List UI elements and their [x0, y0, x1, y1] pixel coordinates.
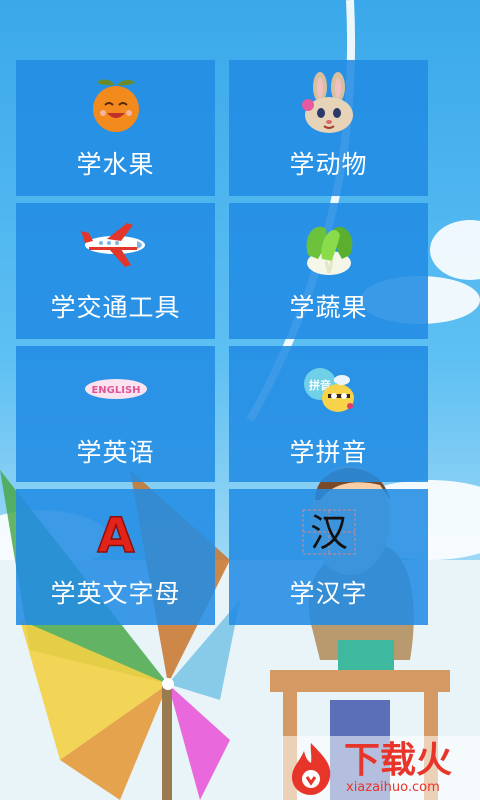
tile-learn-vegetables[interactable]: 学蔬果 [229, 203, 428, 339]
tile-label: 学水果 [76, 150, 155, 179]
tile-label: 学拼音 [289, 438, 368, 467]
tile-label: 学汉字 [289, 579, 368, 608]
english-badge-icon: ENGLISH [16, 354, 215, 424]
tile-label: 学动物 [289, 150, 368, 179]
tile-label: 学英语 [76, 438, 155, 467]
svg-text:A: A [97, 508, 134, 560]
watermark-title: 下载火 [344, 740, 453, 781]
tile-learn-fruit[interactable]: 学水果 [16, 60, 215, 196]
tile-label: 学英文字母 [50, 579, 181, 608]
rabbit-icon [229, 68, 428, 138]
tile-learn-english[interactable]: ENGLISH 学英语 [16, 346, 215, 482]
pinyin-bee-icon: 拼音 [229, 354, 428, 424]
tile-learn-pinyin[interactable]: 拼音 学拼音 [229, 346, 428, 482]
watermark-logo: 下载火 xiazaihuo.com [282, 736, 480, 800]
flame-logo-icon [292, 743, 331, 795]
learning-menu-grid: 学水果 学动物 学交通工具 学蔬果 ENGLISH 学英语 拼音 学拼音 A 学… [16, 60, 430, 625]
svg-text:汉: 汉 [309, 511, 347, 555]
letter-a-icon: A [16, 497, 215, 567]
cabbage-icon [229, 211, 428, 281]
tile-learn-alphabet[interactable]: A 学英文字母 [16, 489, 215, 625]
tile-label: 学交通工具 [50, 293, 181, 322]
tile-learn-animals[interactable]: 学动物 [229, 60, 428, 196]
airplane-icon [16, 211, 215, 281]
svg-text:ENGLISH: ENGLISH [91, 385, 140, 396]
chinese-character-icon: 汉 [229, 497, 428, 567]
tile-learn-vehicles[interactable]: 学交通工具 [16, 203, 215, 339]
watermark-url: xiazaihuo.com [346, 780, 440, 795]
tile-label: 学蔬果 [289, 293, 368, 322]
orange-fruit-icon [16, 68, 215, 138]
tile-learn-hanzi[interactable]: 汉 学汉字 [229, 489, 428, 625]
